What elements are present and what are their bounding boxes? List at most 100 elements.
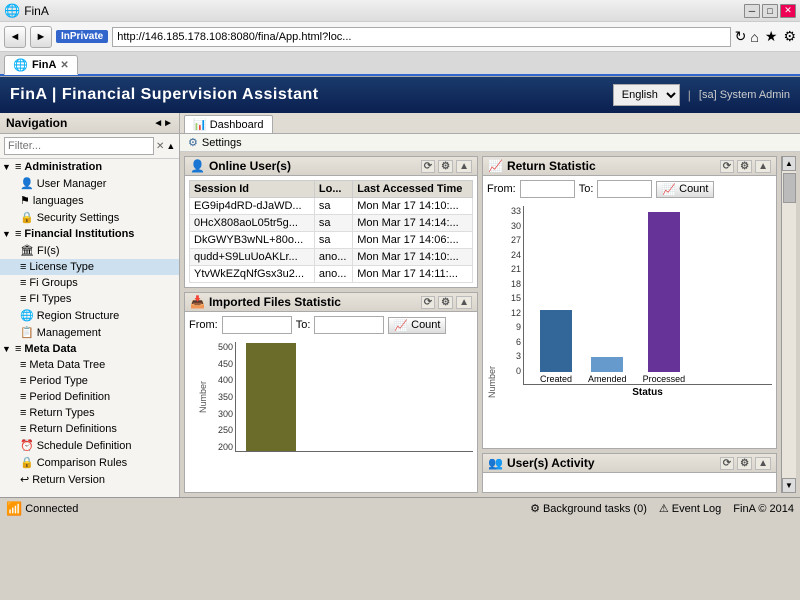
expand-icon-meta: ▼ [2,344,12,354]
address-bar[interactable] [112,27,730,47]
time-cell: Mon Mar 17 14:14:... [353,215,473,232]
sidebar-filter-input[interactable] [4,137,154,155]
panel-collapse-btn[interactable]: ▲ [456,160,472,173]
ua-collapse-btn[interactable]: ▲ [755,457,771,470]
sidebar-item-fi-types[interactable]: ≡ FI Types [0,291,179,307]
ua-config-btn[interactable]: ⚙ [737,457,752,470]
tab-dashboard[interactable]: 📊 Dashboard [184,115,273,133]
bg-tasks-status[interactable]: ⚙ Background tasks (0) [530,502,647,515]
ret-count-button[interactable]: 📈 Count [656,181,714,198]
home-icon[interactable]: ⌂ [750,29,758,45]
online-users-title-area: 👤 Online User(s) [190,159,421,173]
sidebar-collapse-icon[interactable]: ◄► [153,118,173,129]
app-wrapper: FinA | Financial Supervision Assistant E… [0,77,800,497]
close-button[interactable]: ✕ [780,4,796,18]
sidebar-item-period-type[interactable]: ≡ Period Type [0,373,179,389]
bar-processed: Processed [643,212,686,384]
sidebar-item-schedule-definition[interactable]: ⏰ Schedule Definition [0,437,179,454]
panel-config-btn[interactable]: ⚙ [438,160,453,173]
ret-refresh-btn[interactable]: ⟳ [720,160,734,173]
from-date-input[interactable] [222,316,292,334]
event-log-status[interactable]: ⚠ Event Log [659,502,721,515]
filter-scroll-up[interactable]: ▲ [166,141,175,151]
sidebar-item-security-settings[interactable]: 🔒 Security Settings [0,209,179,226]
to-label: To: [296,319,311,331]
count-button[interactable]: 📈 Count [388,317,446,334]
languages-label: languages [33,195,84,207]
login-cell: ano... [314,266,352,283]
online-users-title: Online User(s) [209,159,291,173]
ret-collapse-btn[interactable]: ▲ [755,160,771,173]
sidebar-item-period-definition[interactable]: ≡ Period Definition [0,389,179,405]
user-info: [sa] System Admin [699,89,790,101]
browser-tab-fina[interactable]: 🌐 FinA ✕ [4,55,78,75]
ret-number-label: Number [487,206,497,398]
ret-to-input[interactable] [597,180,652,198]
to-date-input[interactable] [314,316,384,334]
sidebar-item-license-type[interactable]: ≡ License Type [0,259,179,275]
connected-label: Connected [25,503,78,515]
imp-config-btn[interactable]: ⚙ [438,296,453,309]
fi-types-label: FI Types [29,293,71,305]
minimize-button[interactable]: ─ [744,4,760,18]
scroll-up-btn[interactable]: ▲ [782,156,796,171]
browser-tab-title: FinA [24,4,49,18]
sidebar-item-management[interactable]: 📋 Management [0,324,179,341]
sidebar-item-metadata-tree[interactable]: ≡ Meta Data Tree [0,357,179,373]
sidebar-item-fis[interactable]: 🏛 FI(s) [0,242,179,259]
filter-clear-icon[interactable]: ✕ [156,141,164,152]
favorites-icon[interactable]: ★ [765,28,778,45]
bar-amended: Amended [588,357,627,384]
inprivate-badge: InPrivate [56,30,108,43]
sidebar-item-return-definitions[interactable]: ≡ Return Definitions [0,421,179,437]
scroll-down-btn[interactable]: ▼ [782,478,796,493]
refresh-icon[interactable]: ↻ [735,28,747,45]
ret-from-input[interactable] [520,180,575,198]
sidebar-item-region-structure[interactable]: 🌐 Region Structure [0,307,179,324]
sidebar-item-return-version[interactable]: ↩ Return Version [0,471,179,488]
period-type-icon: ≡ [20,375,26,387]
imp-refresh-btn[interactable]: ⟳ [421,296,435,309]
tab-close-icon[interactable]: ✕ [60,60,68,71]
meta-icon: ≡ [15,343,21,355]
tools-icon[interactable]: ⚙ [783,28,796,45]
scroll-thumb[interactable] [783,173,796,203]
panel-refresh-btn[interactable]: ⟳ [421,160,435,173]
maximize-button[interactable]: □ [762,4,778,18]
schedule-label: Schedule Definition [37,440,132,452]
return-stat-controls: From: To: 📈 Count [483,176,776,202]
ua-refresh-btn[interactable]: ⟳ [720,457,734,470]
back-button[interactable]: ◄ [4,26,26,48]
online-users-table: Session Id Lo... Last Accessed Time EG9i… [189,180,473,283]
session-id-cell: YtvWkEZqNfGsx3u2... [190,266,315,283]
sidebar-item-financial-institutions[interactable]: ▼ ≡ Financial Institutions [0,226,179,242]
return-stat-icon: 📈 [488,159,503,173]
event-log-icon: ⚠ [659,502,669,515]
sidebar-item-return-types[interactable]: ≡ Return Types [0,405,179,421]
login-cell: sa [314,215,352,232]
sidebar-item-comparison-rules[interactable]: 🔒 Comparison Rules [0,454,179,471]
ret-config-btn[interactable]: ⚙ [737,160,752,173]
imp-collapse-btn[interactable]: ▲ [456,296,472,309]
sidebar-item-languages[interactable]: ⚑ languages [0,192,179,209]
return-statistic-panel: 📈 Return Statistic ⟳ ⚙ ▲ From: [482,156,777,449]
status-right: ⚙ Background tasks (0) ⚠ Event Log FinA … [530,502,794,515]
sidebar-item-metadata[interactable]: ▼ ≡ Meta Data [0,341,179,357]
sidebar-item-administration[interactable]: ▼ ≡ Administration [0,159,179,175]
online-users-icon: 👤 [190,159,205,173]
security-label: Security Settings [37,212,120,224]
online-users-content: Session Id Lo... Last Accessed Time EG9i… [185,176,477,287]
session-id-cell: qudd+S9LuUoAKLr... [190,249,315,266]
imported-files-title: Imported Files Statistic [209,295,341,309]
region-label: Region Structure [37,310,120,322]
sidebar-item-fi-groups[interactable]: ≡ Fi Groups [0,275,179,291]
online-users-panel: 👤 Online User(s) ⟳ ⚙ ▲ [184,156,478,288]
connected-status: 📶 Connected [6,501,518,517]
sidebar-item-user-manager[interactable]: 👤 User Manager [0,175,179,192]
window-controls: ─ □ ✕ [744,4,796,18]
admin-icon: ≡ [15,161,21,173]
forward-button[interactable]: ► [30,26,52,48]
main-scrollbar[interactable]: ▲ ▼ [781,156,796,493]
imported-files-panel: 📥 Imported Files Statistic ⟳ ⚙ ▲ From: [184,292,478,493]
language-select[interactable]: English [613,84,680,106]
